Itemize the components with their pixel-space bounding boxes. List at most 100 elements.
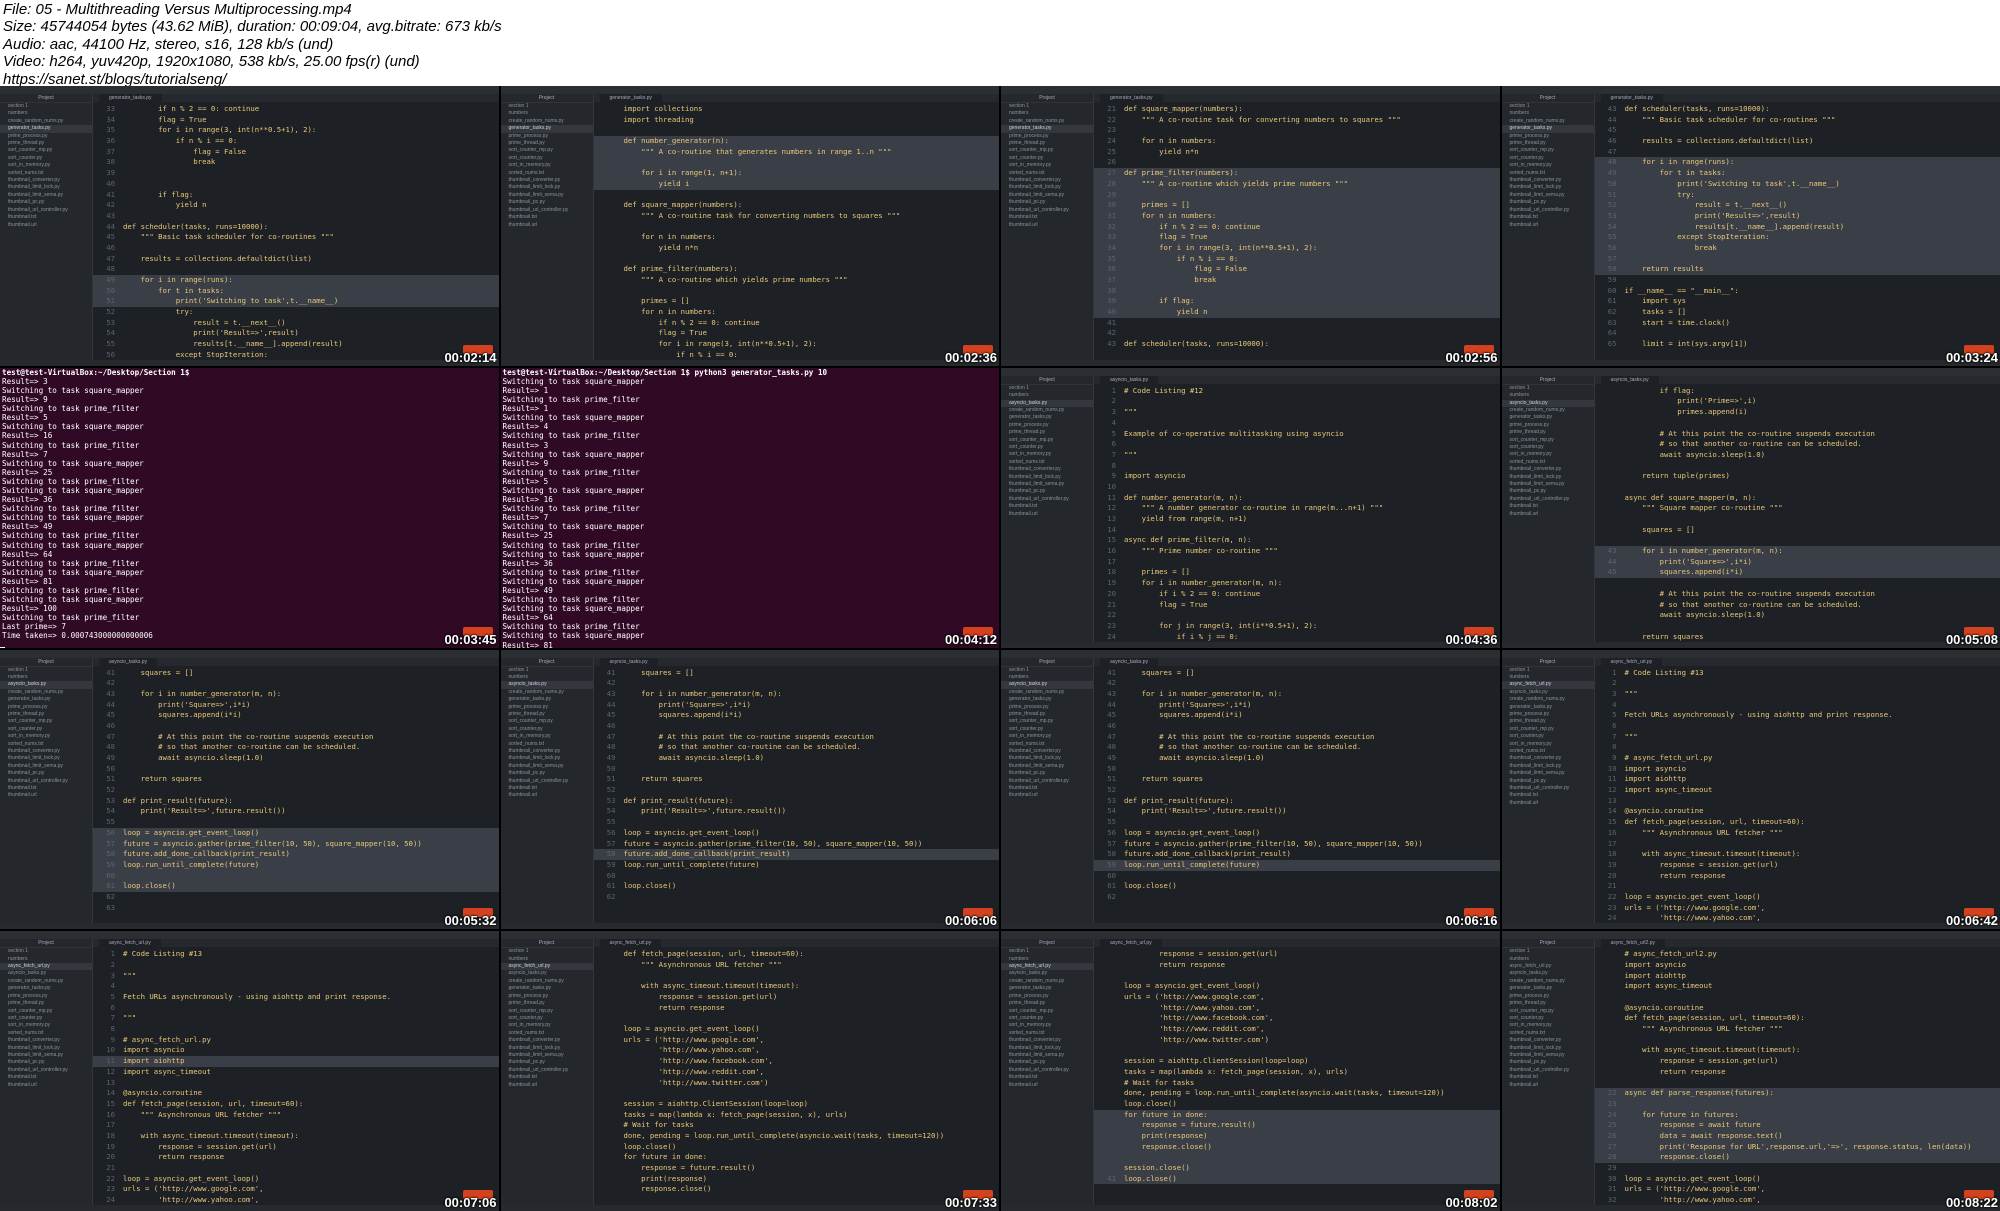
file-tree-item[interactable]: sort_counter_mp.py (1001, 718, 1093, 725)
file-tree-item[interactable]: thumbnail_url_controller.py (501, 778, 593, 785)
file-tree-item[interactable]: thumbnail_limit_sema.py (1001, 481, 1093, 488)
file-tree-item[interactable]: create_random_nums.py (1502, 407, 1594, 414)
file-tree-item[interactable]: sort_counter.py (0, 726, 92, 733)
file-tree-item[interactable]: thumbnail_pc.py (1001, 1059, 1093, 1066)
editor-tab[interactable]: asyncio_tasks.py (1600, 375, 1659, 384)
file-tree-item[interactable]: sort_counter_mp.py (501, 1008, 593, 1015)
file-tree-item[interactable]: thumbnail_pc.py (1502, 1059, 1594, 1066)
file-tree-item[interactable]: thumbnail_limit_sema.py (501, 192, 593, 199)
file-tree-item[interactable]: thumbnail_limit_sema.py (0, 1052, 92, 1059)
file-tree-item[interactable]: create_random_nums.py (0, 689, 92, 696)
editor-tab[interactable]: async_fetch_url.py (1100, 939, 1162, 948)
file-tree-item[interactable]: sort_counter_mp.py (1502, 147, 1594, 154)
file-tree-item[interactable]: thumbnail_url_controller.py (0, 207, 92, 214)
file-tree-item[interactable]: section 1 (1001, 948, 1093, 955)
file-tree-item[interactable]: section 1 (1001, 385, 1093, 392)
file-tree-item[interactable]: sort_counter_mp.py (1502, 1008, 1594, 1015)
file-tree-item[interactable]: sort_in_memory.py (501, 733, 593, 740)
file-tree-item[interactable]: prime_thread.py (1001, 140, 1093, 147)
file-tree-item[interactable]: sort_in_memory.py (1001, 451, 1093, 458)
code-editor[interactable]: response = session.get(url) return respo… (1094, 949, 1500, 1205)
file-tree-item[interactable]: sorted_nums.txt (1001, 1030, 1093, 1037)
code-editor[interactable]: if flag: print('Prime=>',i) primes.appen… (1594, 386, 2000, 642)
file-tree-item[interactable]: thumbnail.url (0, 1082, 92, 1089)
file-tree-item[interactable]: sort_counter_mp.py (0, 147, 92, 154)
editor-tab[interactable]: async_fetch_url.py (99, 939, 161, 948)
file-tree-item[interactable]: thumbnail_converter.py (1502, 1037, 1594, 1044)
file-tree-item[interactable]: thumbnail_converter.py (501, 748, 593, 755)
file-tree-item[interactable]: prime_thread.py (0, 140, 92, 147)
code-editor[interactable]: 1 # Code Listing #13 2 3 """ 4 5 Fetch URLs asy… (93, 949, 499, 1205)
file-tree-item[interactable]: prime_thread.py (501, 711, 593, 718)
file-tree-item[interactable]: asyncio_tasks.py (500, 681, 593, 689)
file-tree-item[interactable]: thumbnail.txt (1502, 503, 1594, 510)
file-tree-item[interactable]: prime_thread.py (1001, 1000, 1093, 1007)
file-tree-item[interactable]: prime_process.py (1001, 133, 1093, 140)
file-tree-item[interactable]: thumbnail_converter.py (1001, 748, 1093, 755)
file-tree-item[interactable]: sort_counter.py (501, 1015, 593, 1022)
file-tree-item[interactable]: thumbnail_limit_sema.py (0, 192, 92, 199)
file-tree-item[interactable]: section 1 (1502, 103, 1594, 110)
file-tree-item[interactable]: sort_in_memory.py (1001, 733, 1093, 740)
file-tree-item[interactable]: generator_tasks.py (1502, 414, 1594, 421)
file-tree-item[interactable]: sort_counter_mp.py (0, 1008, 92, 1015)
file-tree-item[interactable]: numbers (0, 956, 92, 963)
file-tree-item[interactable]: thumbnail_limit_sema.py (1502, 192, 1594, 199)
file-tree-item[interactable]: sorted_nums.txt (1502, 748, 1594, 755)
file-tree-item[interactable]: prime_process.py (0, 704, 92, 711)
file-tree-item[interactable]: thumbnail_url_controller.py (1001, 496, 1093, 503)
file-tree-item[interactable]: thumbnail.txt (1001, 785, 1093, 792)
file-tree-item[interactable]: thumbnail_converter.py (0, 1037, 92, 1044)
file-tree-item[interactable]: thumbnail_limit_sema.py (1502, 481, 1594, 488)
file-tree-item[interactable]: section 1 (501, 667, 593, 674)
file-tree-item[interactable]: sort_in_memory.py (0, 162, 92, 169)
file-tree-item[interactable]: thumbnail.url (501, 792, 593, 799)
code-editor[interactable]: 43 def scheduler(tasks, runs=10000): 44 ""… (1594, 104, 2000, 360)
file-tree-item[interactable]: asyncio_tasks.py (1501, 399, 1594, 407)
file-tree-item[interactable]: numbers (501, 110, 593, 117)
file-tree-item[interactable]: sort_counter.py (501, 726, 593, 733)
file-tree-item[interactable]: thumbnail.txt (1502, 1074, 1594, 1081)
file-tree-item[interactable]: thumbnail_url_controller.py (0, 1067, 92, 1074)
file-tree-item[interactable]: thumbnail_limit_sema.py (501, 763, 593, 770)
file-tree-item[interactable]: sort_counter_mp.py (501, 718, 593, 725)
file-tree-item[interactable]: generator_tasks.py (1001, 985, 1093, 992)
file-tree-item[interactable]: numbers (1001, 110, 1093, 117)
file-tree-item[interactable]: async_fetch_url.py (500, 963, 593, 971)
file-tree-item[interactable]: thumbnail_limit_sema.py (1001, 192, 1093, 199)
file-tree-item[interactable]: generator_tasks.py (1502, 704, 1594, 711)
code-editor[interactable]: # async_fetch_url2.py import asyncio impor… (1594, 949, 2000, 1205)
file-tree-item[interactable]: thumbnail_url_controller.py (1001, 778, 1093, 785)
file-tree-item[interactable]: create_random_nums.py (1001, 689, 1093, 696)
file-tree-item[interactable]: thumbnail_url_controller.py (1001, 1067, 1093, 1074)
file-tree-item[interactable]: generator_tasks.py (500, 125, 593, 133)
file-tree-item[interactable]: thumbnail_pc.py (1502, 488, 1594, 495)
file-tree-item[interactable]: thumbnail_url_controller.py (1502, 207, 1594, 214)
file-tree-item[interactable]: thumbnail.txt (0, 214, 92, 221)
file-tree-item[interactable]: thumbnail_url_controller.py (501, 1067, 593, 1074)
file-tree-item[interactable]: async_fetch_url.py (0, 963, 92, 971)
file-tree-item[interactable]: generator_tasks.py (1001, 125, 1093, 133)
file-tree-item[interactable]: thumbnail.url (1502, 1082, 1594, 1089)
file-tree-item[interactable]: prime_process.py (1001, 993, 1093, 1000)
file-tree-item[interactable]: section 1 (1502, 948, 1594, 955)
editor-tab[interactable]: async_fetch_url.py (1600, 657, 1663, 666)
file-tree-item[interactable]: thumbnail_pc.py (501, 199, 593, 206)
file-tree-item[interactable]: async_fetch_url.py (1502, 963, 1594, 970)
file-tree-item[interactable]: thumbnail.url (0, 222, 92, 229)
file-tree-item[interactable]: sort_in_memory.py (0, 733, 92, 740)
file-tree-item[interactable]: numbers (1502, 956, 1594, 963)
file-tree-item[interactable]: section 1 (1502, 385, 1594, 392)
editor-tab[interactable]: asyncio_tasks.py (599, 657, 658, 666)
file-tree-item[interactable]: sort_counter.py (1502, 155, 1594, 162)
file-tree-item[interactable]: sort_counter.py (1502, 1015, 1594, 1022)
file-tree-item[interactable]: thumbnail_limit_lock.py (0, 184, 92, 191)
file-tree-item[interactable]: thumbnail_limit_sema.py (1001, 763, 1093, 770)
file-tree-item[interactable]: asyncio_tasks.py (1502, 970, 1594, 977)
file-tree-item[interactable]: sorted_nums.txt (1502, 459, 1594, 466)
file-tree-item[interactable]: thumbnail_pc.py (501, 770, 593, 777)
file-tree-item[interactable]: sort_counter_mp.py (1001, 437, 1093, 444)
file-tree-item[interactable]: sort_in_memory.py (501, 1022, 593, 1029)
code-editor[interactable]: 33 if n % 2 == 0: continue 34 flag = True… (93, 104, 499, 360)
file-tree-item[interactable]: prime_thread.py (1502, 1000, 1594, 1007)
